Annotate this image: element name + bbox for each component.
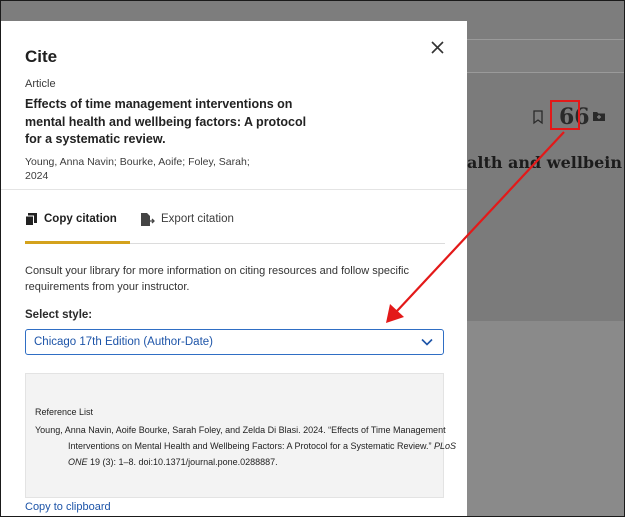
screenshot-frame: alth and wellbein 66 Cite Article Effect…	[0, 0, 625, 517]
background-article-heading: alth and wellbein	[467, 153, 622, 172]
bookmark-icon[interactable]	[531, 109, 547, 125]
reference-text-part: 19 (3): 1–8. doi:10.1371/journal.pone.02…	[87, 457, 278, 467]
background-lower-area	[467, 321, 624, 516]
tab-copy-citation[interactable]: Copy citation	[25, 213, 129, 243]
tab-label: Export citation	[161, 213, 234, 225]
background-toolbar	[467, 40, 624, 72]
active-tab-indicator	[25, 241, 130, 244]
article-authors: Young, Anna Navin; Bourke, Aoife; Foley,…	[25, 155, 285, 183]
selected-style: Chicago 17th Edition (Author-Date)	[34, 336, 213, 348]
cite-dialog: Cite Article Effects of time management …	[1, 21, 467, 516]
chevron-down-icon	[421, 338, 433, 346]
export-icon	[141, 213, 155, 226]
item-type-label: Article	[25, 78, 56, 90]
highlight-box	[550, 100, 580, 130]
reference-text-part: Young, Anna Navin, Aoife Bourke, Sarah F…	[35, 425, 446, 451]
publication-year: 2024	[25, 170, 49, 182]
reference-entry: Young, Anna Navin, Aoife Bourke, Sarah F…	[35, 422, 463, 470]
folder-plus-icon[interactable]	[592, 109, 608, 125]
copy-icon	[25, 213, 37, 226]
tab-export-citation[interactable]: Export citation	[141, 213, 234, 243]
tab-label: Copy citation	[44, 213, 117, 225]
copy-to-clipboard-link[interactable]: Copy to clipboard	[25, 501, 111, 513]
dialog-title: Cite	[25, 47, 58, 66]
authors-text: Young, Anna Navin; Bourke, Aoife; Foley,…	[25, 156, 250, 168]
citation-style-select[interactable]: Chicago 17th Edition (Author-Date)	[25, 329, 444, 355]
reference-list-heading: Reference List	[35, 407, 94, 417]
style-select-label: Select style:	[25, 309, 93, 321]
close-button[interactable]	[425, 35, 449, 59]
divider	[1, 189, 467, 190]
close-icon	[430, 40, 444, 54]
article-title: Effects of time management interventions…	[25, 97, 307, 146]
citation-info-text: Consult your library for more informatio…	[25, 265, 409, 293]
reference-preview: Reference List Young, Anna Navin, Aoife …	[25, 373, 456, 498]
